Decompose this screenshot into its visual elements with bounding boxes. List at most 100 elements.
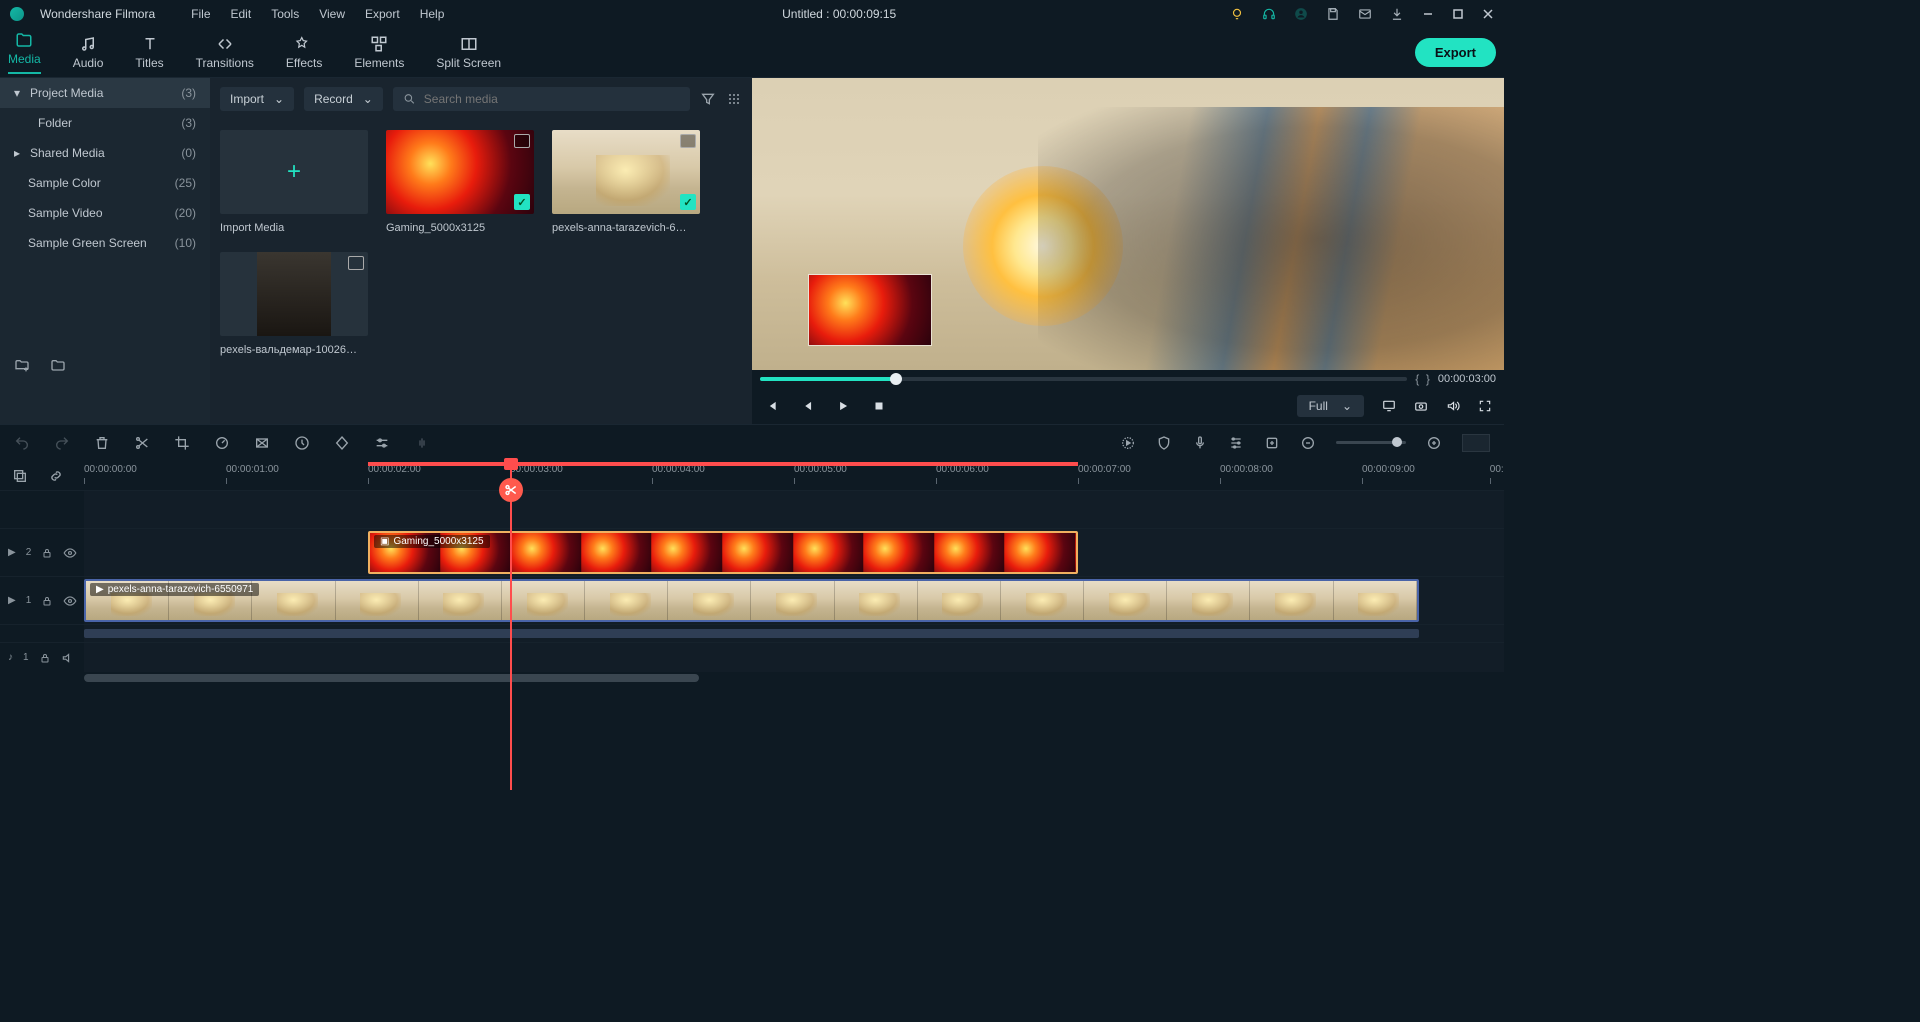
record-dropdown[interactable]: Record ⌄: [304, 87, 383, 111]
duplicate-icon[interactable]: [12, 468, 28, 484]
menu-edit[interactable]: Edit: [227, 5, 256, 23]
fullscreen-icon[interactable]: [1478, 399, 1492, 413]
media-thumb[interactable]: pexels-вальдемар-10026…: [220, 252, 368, 356]
video-track-1[interactable]: ▶1 ▶pexels-anna-tarazevich-6550971: [0, 576, 1504, 624]
titlebar: Wondershare Filmora File Edit Tools View…: [0, 0, 1504, 28]
grid-view-icon[interactable]: [726, 91, 742, 107]
menu-export[interactable]: Export: [361, 5, 404, 23]
preview-canvas[interactable]: [752, 78, 1504, 370]
scissors-icon[interactable]: [499, 478, 523, 502]
tree-sample-green-screen[interactable]: Sample Green Screen (10): [0, 228, 210, 258]
menu-file[interactable]: File: [187, 5, 214, 23]
export-button[interactable]: Export: [1415, 38, 1496, 67]
search-input[interactable]: [424, 92, 680, 106]
volume-icon[interactable]: [1446, 399, 1460, 413]
tree-folder[interactable]: Folder (3): [0, 108, 210, 138]
keyframe-icon[interactable]: [334, 435, 350, 451]
speed-icon[interactable]: [294, 435, 310, 451]
save-icon[interactable]: [1326, 7, 1340, 21]
tree-sample-video[interactable]: Sample Video (20): [0, 198, 210, 228]
freeze-frame-icon[interactable]: [254, 435, 270, 451]
tab-audio[interactable]: Audio: [73, 35, 104, 70]
marker-shield-icon[interactable]: [1156, 435, 1172, 451]
mixer-icon[interactable]: [1228, 435, 1244, 451]
video-track-2[interactable]: ▶2 ▣Gaming_5000x3125: [0, 528, 1504, 576]
work-area-range[interactable]: [368, 462, 1078, 466]
preview-scrubber[interactable]: { } 00:00:03:00: [752, 370, 1504, 388]
download-icon[interactable]: [1390, 7, 1404, 21]
tab-transitions-label: Transitions: [196, 56, 254, 70]
lock-icon[interactable]: [39, 652, 51, 664]
redo-icon[interactable]: [54, 435, 70, 451]
speed-dial-icon[interactable]: [214, 435, 230, 451]
headphones-icon[interactable]: [1262, 7, 1276, 21]
menu-tools[interactable]: Tools: [267, 5, 303, 23]
voiceover-icon[interactable]: [1192, 435, 1208, 451]
mute-icon[interactable]: [61, 651, 75, 665]
filter-icon[interactable]: [700, 91, 716, 107]
audio-track-1[interactable]: ♪1: [0, 642, 1504, 672]
display-icon[interactable]: [1382, 399, 1396, 413]
tab-media[interactable]: Media: [8, 31, 41, 74]
adjust-icon[interactable]: [374, 435, 390, 451]
clip-main-video[interactable]: ▶pexels-anna-tarazevich-6550971: [84, 579, 1419, 622]
import-dropdown[interactable]: Import ⌄: [220, 87, 294, 111]
stop-icon[interactable]: [872, 399, 886, 413]
lock-icon[interactable]: [41, 595, 53, 607]
minimize-icon[interactable]: [1422, 8, 1434, 20]
maximize-icon[interactable]: [1452, 8, 1464, 20]
playhead[interactable]: [510, 460, 512, 790]
check-badge-icon: ✓: [680, 194, 696, 210]
import-media-tile[interactable]: + Import Media: [220, 130, 368, 234]
delete-icon[interactable]: [94, 435, 110, 451]
prev-frame-icon[interactable]: [764, 399, 778, 413]
audio-link-track[interactable]: [0, 624, 1504, 642]
tree-shared-media[interactable]: ▸ Shared Media (0): [0, 138, 210, 168]
tab-split-screen[interactable]: Split Screen: [436, 35, 501, 70]
tree-sample-color[interactable]: Sample Color (25): [0, 168, 210, 198]
crop-icon[interactable]: [174, 435, 190, 451]
zoom-fit-icon[interactable]: [1462, 434, 1490, 452]
search-media[interactable]: [393, 87, 690, 111]
snapshot-icon[interactable]: [1414, 399, 1428, 413]
visibility-icon[interactable]: [63, 546, 77, 560]
timeline-scrollbar[interactable]: [0, 672, 1504, 684]
menu-view[interactable]: View: [315, 5, 349, 23]
account-icon[interactable]: [1294, 7, 1308, 21]
split-icon[interactable]: [134, 435, 150, 451]
visibility-icon[interactable]: [63, 594, 77, 608]
audio-sync-icon[interactable]: [414, 435, 430, 451]
ruler-tick: 00:00:00:00: [84, 464, 137, 475]
audio-clip[interactable]: [84, 629, 1419, 638]
new-folder-icon[interactable]: [14, 358, 30, 374]
picture-in-picture-overlay[interactable]: [808, 274, 932, 346]
link-icon[interactable]: [48, 468, 64, 484]
zoom-in-icon[interactable]: [1426, 435, 1442, 451]
lock-icon[interactable]: [41, 547, 53, 559]
tree-project-media[interactable]: ▾ Project Media (3): [0, 78, 210, 108]
zoom-dropdown[interactable]: Full⌄: [1297, 395, 1364, 417]
close-icon[interactable]: [1482, 8, 1494, 20]
scrub-knob[interactable]: [890, 373, 902, 385]
zoom-out-icon[interactable]: [1300, 435, 1316, 451]
step-back-icon[interactable]: [800, 399, 814, 413]
zoom-slider[interactable]: [1336, 441, 1406, 444]
media-thumb[interactable]: ✓ pexels-anna-tarazevich-6…: [552, 130, 700, 234]
timeline-ruler[interactable]: 00:00:00:00 00:00:01:00 00:00:02:00 00:0…: [0, 460, 1504, 490]
folder-icon[interactable]: [50, 358, 66, 374]
render-icon[interactable]: [1120, 435, 1136, 451]
marker-add-icon[interactable]: [1264, 435, 1280, 451]
menu-help[interactable]: Help: [416, 5, 449, 23]
caret-down-icon: ▾: [14, 86, 24, 100]
idea-icon[interactable]: [1230, 7, 1244, 21]
search-icon: [403, 92, 416, 106]
mail-icon[interactable]: [1358, 7, 1372, 21]
clip-gaming[interactable]: ▣Gaming_5000x3125: [368, 531, 1078, 574]
tab-elements[interactable]: Elements: [354, 35, 404, 70]
tab-transitions[interactable]: Transitions: [196, 35, 254, 70]
tab-effects[interactable]: Effects: [286, 35, 322, 70]
undo-icon[interactable]: [14, 435, 30, 451]
play-icon[interactable]: [836, 399, 850, 413]
media-thumb[interactable]: ✓ Gaming_5000x3125: [386, 130, 534, 234]
tab-titles[interactable]: Titles: [135, 35, 163, 70]
